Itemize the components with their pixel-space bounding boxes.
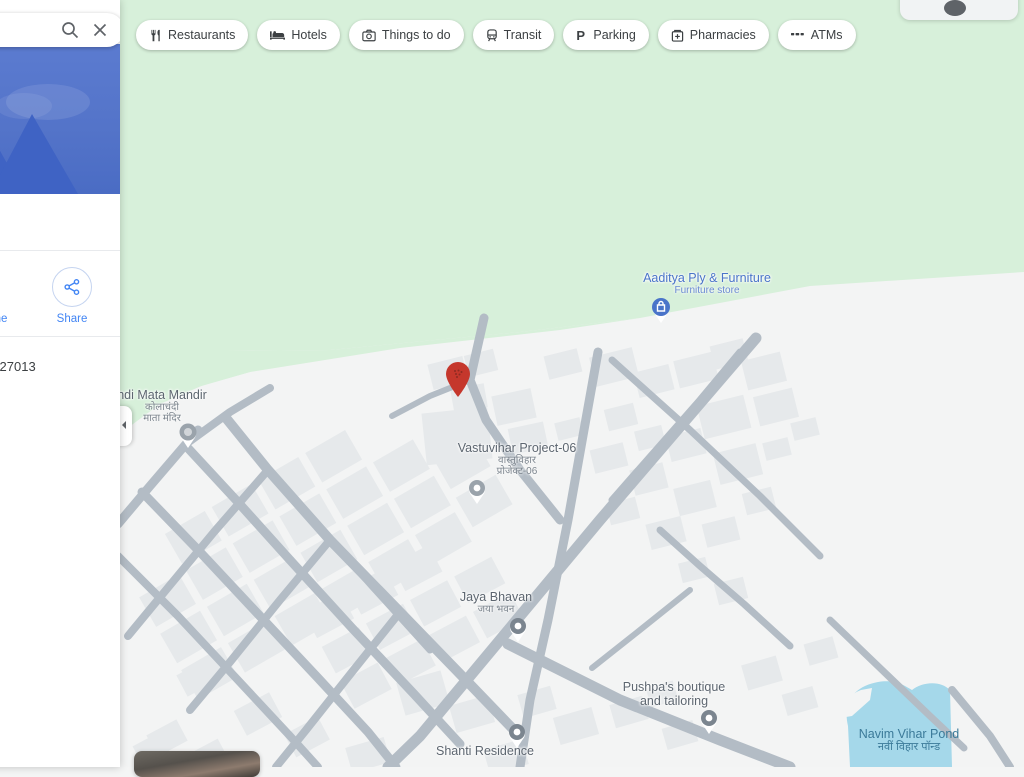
parking-icon: P <box>576 29 587 42</box>
transit-icon <box>486 28 498 42</box>
info-row-postal[interactable]: Jharkhand 827013 <box>0 351 120 382</box>
share-icon <box>52 267 92 307</box>
temple-pin-icon[interactable] <box>177 421 199 449</box>
pharmacy-icon <box>671 29 684 42</box>
dot-pin-icon[interactable] <box>507 615 529 643</box>
category-chips-bar: Restaurants Hotels Things to do Transit … <box>136 20 856 50</box>
action-label: Share <box>56 313 88 325</box>
share-button[interactable]: Share <box>30 267 114 326</box>
chip-restaurants[interactable]: Restaurants <box>136 20 249 50</box>
chip-label: Things to do <box>381 28 451 42</box>
avatar <box>944 0 966 16</box>
chip-label: Restaurants <box>168 28 236 42</box>
chip-pharmacies[interactable]: Pharmacies <box>657 20 769 50</box>
chip-hotels[interactable]: Hotels <box>257 20 340 50</box>
shopping-bag-pin-icon[interactable] <box>650 296 672 324</box>
street-view-thumbnail[interactable] <box>134 751 260 777</box>
action-label: Send to phone <box>0 313 8 325</box>
chip-label: Hotels <box>291 28 327 42</box>
atm-icon <box>790 31 805 39</box>
place-actions: Send to phone Share <box>0 251 120 336</box>
location-marker[interactable] <box>444 360 472 398</box>
account-avatar-button[interactable] <box>900 0 1018 20</box>
chip-transit[interactable]: Transit <box>472 20 555 50</box>
dot-pin-icon[interactable] <box>698 707 720 735</box>
place-info-list: Jharkhand 827013 Jharkhand <box>0 337 120 413</box>
hotel-icon <box>270 29 286 42</box>
chip-parking[interactable]: P Parking <box>563 20 649 50</box>
chip-label: Transit <box>503 28 542 42</box>
chevron-left-icon <box>120 417 128 435</box>
search-input[interactable] <box>0 13 120 47</box>
close-icon[interactable] <box>90 20 110 40</box>
camera-icon <box>362 29 376 42</box>
restaurant-icon <box>149 29 162 42</box>
send-to-phone-button[interactable]: Send to phone <box>0 267 12 326</box>
place-hero-image[interactable] <box>0 44 120 194</box>
svg-text:P: P <box>577 29 586 42</box>
panel-body: Send to phone Share Jharkhand 827013 Jha… <box>0 194 120 413</box>
chip-label: ATMs <box>810 28 843 42</box>
map-canvas[interactable] <box>0 0 1024 767</box>
chip-atms[interactable]: ATMs <box>777 20 856 50</box>
chip-label: Pharmacies <box>689 28 756 42</box>
panel-placeholder-lines <box>0 194 120 250</box>
dot-pin-icon[interactable] <box>466 477 488 505</box>
info-row-state[interactable]: Jharkhand <box>0 382 120 413</box>
place-details-panel: Send to phone Share Jharkhand 827013 Jha… <box>0 0 120 767</box>
chip-label: Parking <box>593 28 636 42</box>
dot-pin-icon[interactable] <box>506 721 528 749</box>
search-icon[interactable] <box>60 20 80 40</box>
chip-things-to-do[interactable]: Things to do <box>348 20 464 50</box>
